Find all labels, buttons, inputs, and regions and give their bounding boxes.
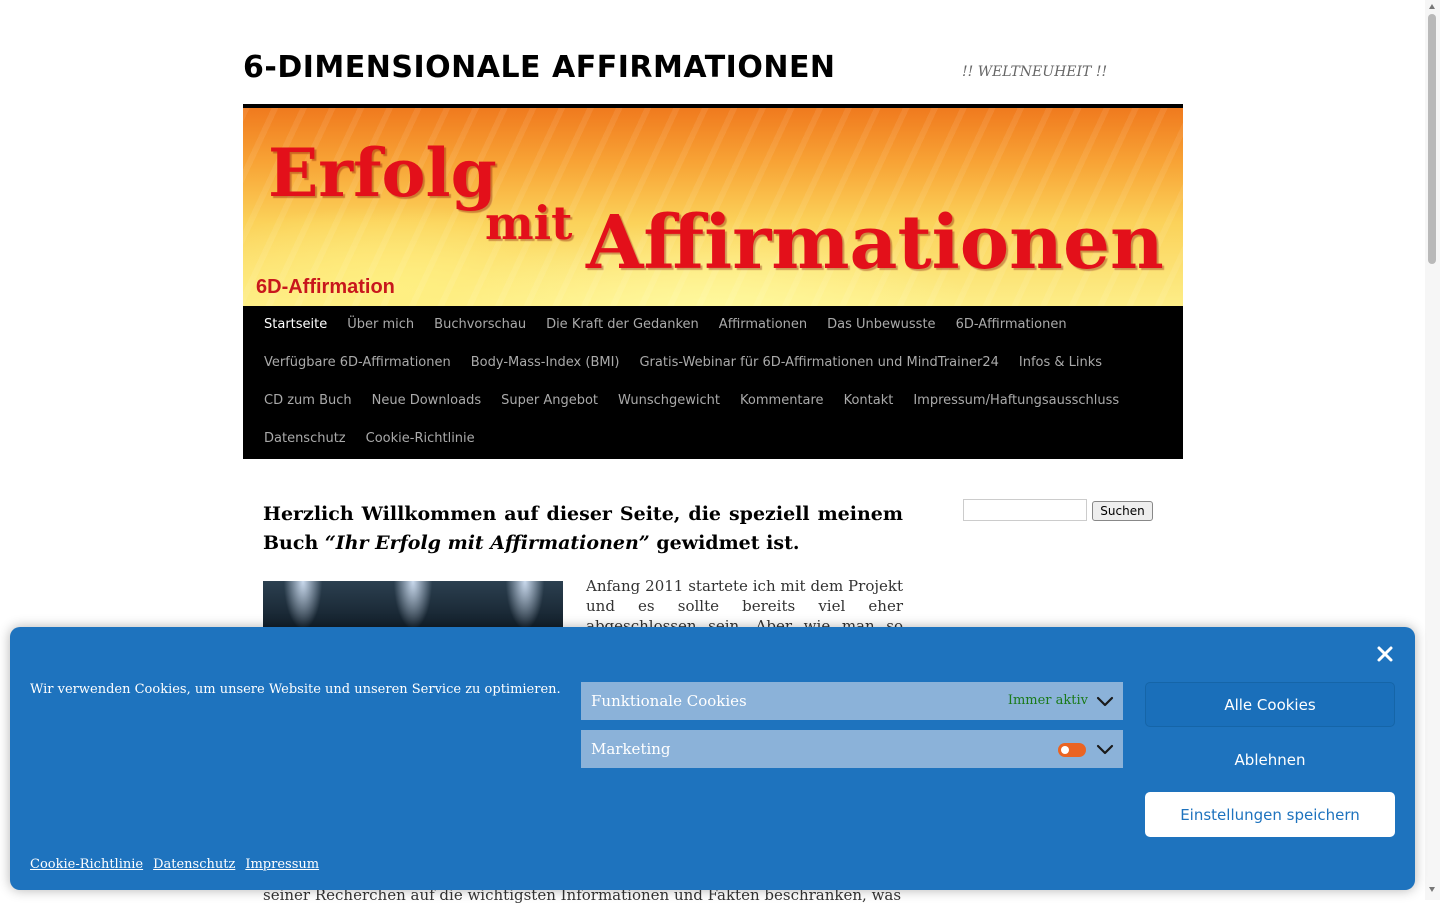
banner-text-erfolg: Erfolg [268, 134, 497, 212]
scroll-up-arrow-icon[interactable] [1429, 4, 1435, 9]
close-icon [1377, 646, 1393, 662]
chevron-down-icon[interactable] [1096, 742, 1114, 756]
search-button[interactable]: Suchen [1092, 501, 1153, 521]
page-heading: Herzlich Willkommen auf dieser Seite, di… [263, 500, 903, 558]
privacy-link[interactable]: Datenschutz [153, 857, 235, 872]
cookie-policy-link[interactable]: Cookie-Richtlinie [30, 857, 143, 872]
nav-item-datenschutz[interactable]: Datenschutz [254, 420, 356, 458]
nav-item-infos-links[interactable]: Infos & Links [1009, 344, 1112, 382]
accept-all-cookies-button[interactable]: Alle Cookies [1145, 682, 1395, 727]
search-input[interactable] [963, 499, 1087, 521]
nav-item-buchvorschau[interactable]: Buchvorschau [424, 306, 536, 344]
nav-item-6d-affirmationen[interactable]: 6D-Affirmationen [946, 306, 1077, 344]
nav-item-kommentare[interactable]: Kommentare [730, 382, 834, 420]
chevron-down-icon[interactable] [1096, 694, 1114, 708]
category-status-always-active: Immer aktiv [1007, 693, 1088, 708]
nav-row-3: CD zum Buch Neue Downloads Super Angebot… [254, 382, 1129, 420]
cookie-consent-banner: Wir verwenden Cookies, um unsere Website… [10, 627, 1415, 890]
category-title: Funktionale Cookies [591, 692, 747, 710]
banner-subtitle: 6D-Affirmation [256, 276, 395, 298]
nav-item-bmi[interactable]: Body-Mass-Index (BMI) [461, 344, 630, 382]
header-banner-image: Erfolg mit Affirmationen 6D-Affirmation [243, 108, 1183, 306]
scrollbar-thumb[interactable] [1428, 14, 1436, 264]
nav-item-cookie-richtlinie[interactable]: Cookie-Richtlinie [356, 420, 485, 458]
nav-item-gratis-webinar[interactable]: Gratis-Webinar für 6D-Affirmationen und … [629, 344, 1008, 382]
nav-item-affirmationen[interactable]: Affirmationen [709, 306, 817, 344]
nav-item-impressum[interactable]: Impressum/Haftungsausschluss [903, 382, 1129, 420]
save-settings-button[interactable]: Einstellungen speichern [1145, 792, 1395, 837]
heading-book-title: “Ihr Erfolg mit Affirmationen” [324, 532, 650, 554]
deny-cookies-button[interactable]: Ablehnen [1145, 737, 1395, 782]
nav-item-super-angebot[interactable]: Super Angebot [491, 382, 608, 420]
imprint-link[interactable]: Impressum [245, 857, 319, 872]
nav-item-startseite[interactable]: Startseite [254, 306, 337, 344]
nav-item-ueber-mich[interactable]: Über mich [337, 306, 424, 344]
main-navigation: Startseite Über mich Buchvorschau Die Kr… [243, 306, 1183, 459]
nav-item-kraft-der-gedanken[interactable]: Die Kraft der Gedanken [536, 306, 709, 344]
scroll-down-arrow-icon[interactable] [1429, 887, 1435, 892]
cookie-message: Wir verwenden Cookies, um unsere Website… [30, 682, 561, 697]
page-scrollbar[interactable] [1425, 0, 1440, 900]
nav-item-das-unbewusste[interactable]: Das Unbewusste [817, 306, 945, 344]
cookie-footer-links: Cookie-Richtlinie Datenschutz Impressum [30, 857, 319, 872]
nav-row-4: Datenschutz Cookie-Richtlinie [254, 420, 485, 458]
nav-row-1: Startseite Über mich Buchvorschau Die Kr… [254, 306, 1077, 344]
cookie-category-marketing[interactable]: Marketing [581, 730, 1123, 768]
nav-item-neue-downloads[interactable]: Neue Downloads [362, 382, 491, 420]
cookie-close-button[interactable] [1372, 641, 1398, 667]
banner-text-affirmationen: Affirmationen [586, 200, 1164, 286]
marketing-toggle[interactable] [1058, 743, 1086, 757]
category-title: Marketing [591, 740, 671, 758]
heading-text-end: gewidmet ist. [649, 532, 800, 554]
banner-text-mit: mit [485, 196, 573, 250]
nav-item-kontakt[interactable]: Kontakt [834, 382, 904, 420]
site-title[interactable]: 6-DIMENSIONALE AFFIRMATIONEN [243, 50, 836, 85]
nav-row-2: Verfügbare 6D-Affirmationen Body-Mass-In… [254, 344, 1112, 382]
nav-item-wunschgewicht[interactable]: Wunschgewicht [608, 382, 730, 420]
toggle-knob [1061, 746, 1069, 754]
site-description: !! WELTNEUHEIT !! [962, 64, 1108, 80]
nav-item-verfuegbare-6d[interactable]: Verfügbare 6D-Affirmationen [254, 344, 461, 382]
cookie-category-functional[interactable]: Funktionale Cookies Immer aktiv [581, 682, 1123, 720]
nav-item-cd-zum-buch[interactable]: CD zum Buch [254, 382, 362, 420]
